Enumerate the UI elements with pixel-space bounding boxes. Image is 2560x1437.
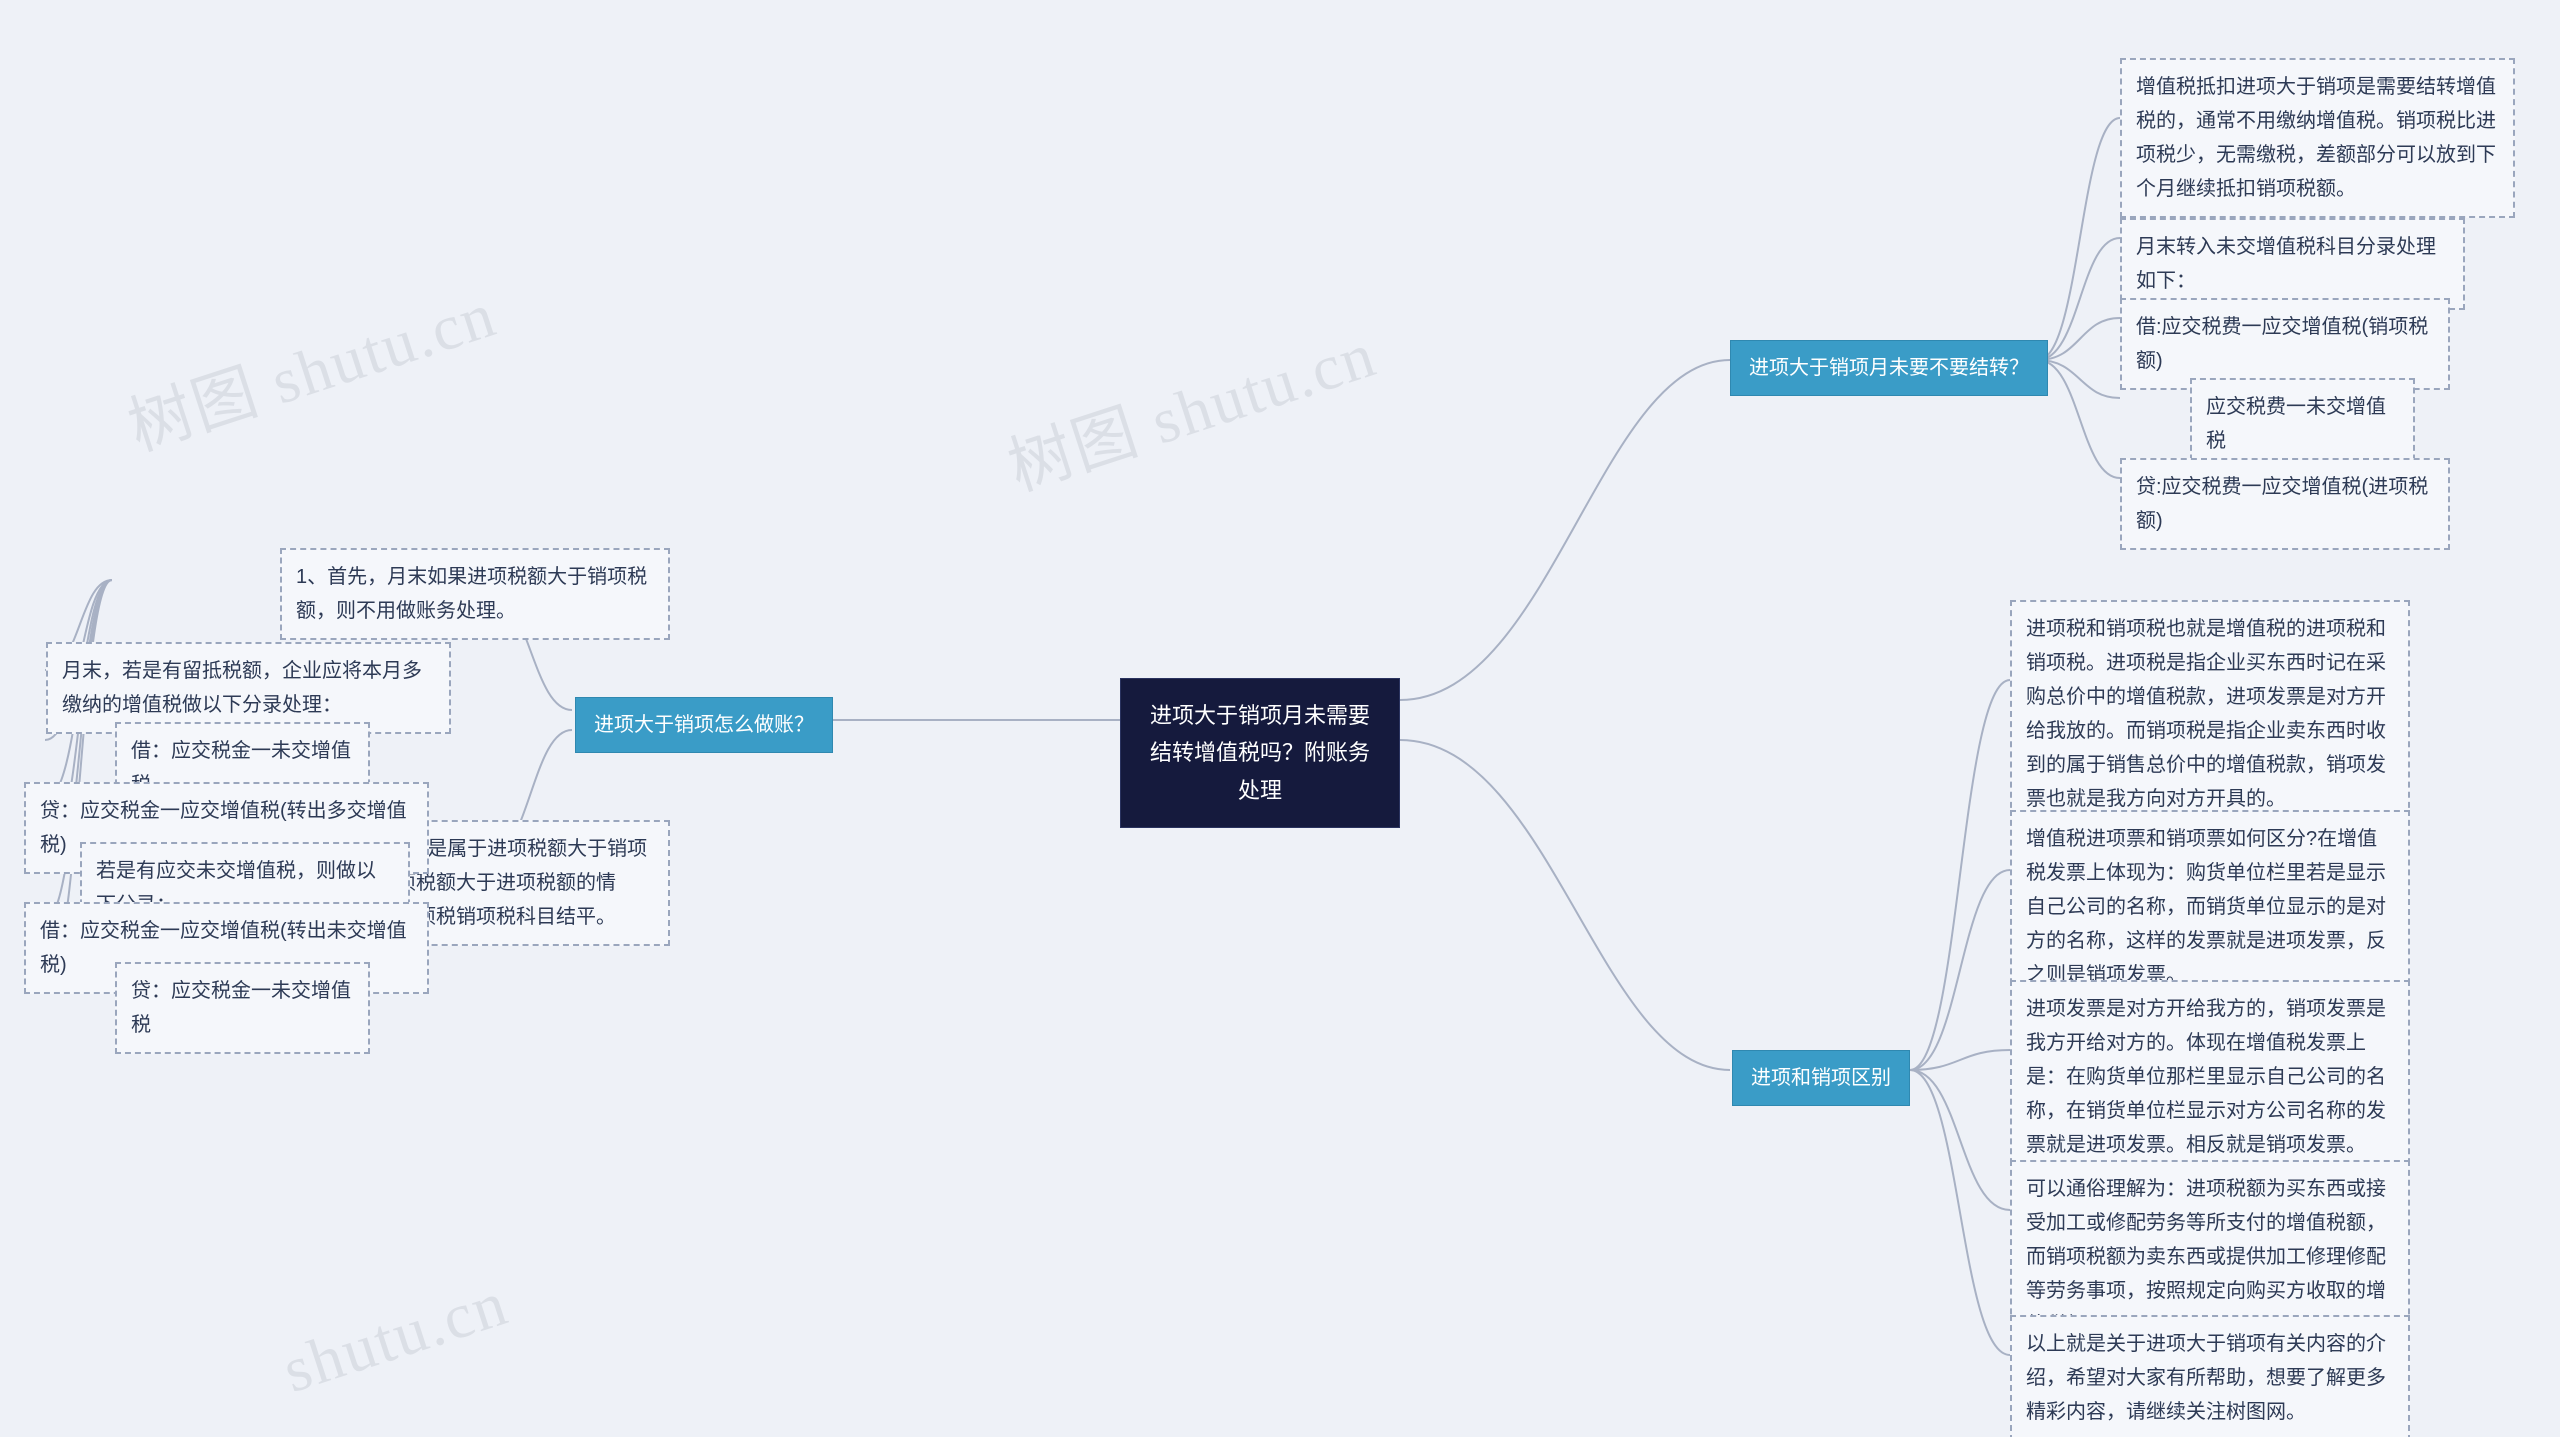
r2-leaf-4[interactable]: 以上就是关于进项大于销项有关内容的介绍，希望对大家有所帮助，想要了解更多精彩内容… (2010, 1315, 2410, 1437)
left-leaf-1[interactable]: 1、首先，月末如果进项税额大于销项税额，则不用做账务处理。 (280, 548, 670, 640)
r1-leaf-0[interactable]: 增值税抵扣进项大于销项是需要结转增值税的，通常不用缴纳增值税。销项税比进项税少，… (2120, 58, 2515, 218)
watermark: shutu.cn (274, 1266, 517, 1408)
r1-leaf-1[interactable]: 月末转入未交增值税科目分录处理如下： (2120, 218, 2465, 310)
t: 应交税费一未交增值税 (2206, 396, 2386, 452)
branch-label: 进项大于销项月未要不要结转？ (1749, 357, 2029, 379)
t: 增值税进项票和销项票如何区分?在增值税发票上体现为：购货单位栏里若是显示自己公司… (2026, 828, 2386, 986)
t: 月末，若是有留抵税额，企业应将本月多缴纳的增值税做以下分录处理： (62, 660, 422, 716)
t: 月末转入未交增值税科目分录处理如下： (2136, 236, 2436, 292)
root-title: 进项大于销项月未需要结转增值税吗？附账务处理 (1150, 703, 1370, 803)
root-node[interactable]: 进项大于销项月未需要结转增值税吗？附账务处理 (1120, 678, 1400, 828)
watermark: 树图 shutu.cn (115, 263, 506, 468)
r2-leaf-0[interactable]: 进项税和销项税也就是增值税的进项税和销项税。进项税是指企业买东西时记在采购总价中… (2010, 600, 2410, 828)
t: 贷：应交税金一未交增值税 (131, 980, 351, 1036)
t: 进项税和销项税也就是增值税的进项税和销项税。进项税是指企业买东西时记在采购总价中… (2026, 618, 2386, 810)
t: 贷:应交税费一应交增值税(进项税额) (2136, 476, 2428, 532)
right-branch-2[interactable]: 进项和销项区别 (1732, 1050, 1910, 1106)
r1-leaf-2[interactable]: 借:应交税费一应交增值税(销项税额) (2120, 298, 2450, 390)
r1-leaf-3[interactable]: 应交税费一未交增值税 (2190, 378, 2415, 470)
t: 进项发票是对方开给我方的，销项发票是我方开给对方的。体现在增值税发票上是：在购货… (2026, 998, 2386, 1156)
leaf-text: 1、首先，月末如果进项税额大于销项税额，则不用做账务处理。 (296, 566, 647, 622)
r1-leaf-4[interactable]: 贷:应交税费一应交增值税(进项税额) (2120, 458, 2450, 550)
r2-leaf-1[interactable]: 增值税进项票和销项票如何区分?在增值税发票上体现为：购货单位栏里若是显示自己公司… (2010, 810, 2410, 1004)
r2-leaf-2[interactable]: 进项发票是对方开给我方的，销项发票是我方开给对方的。体现在增值税发票上是：在购货… (2010, 980, 2410, 1174)
right-branch-1[interactable]: 进项大于销项月未要不要结转？ (1730, 340, 2048, 396)
t: 增值税抵扣进项大于销项是需要结转增值税的，通常不用缴纳增值税。销项税比进项税少，… (2136, 76, 2496, 200)
branch-label: 进项和销项区别 (1751, 1067, 1891, 1089)
t: 借:应交税费一应交增值税(销项税额) (2136, 316, 2428, 372)
t: 可以通俗理解为：进项税额为买东西或接受加工或修配劳务等所支付的增值税额，而销项税… (2026, 1178, 2386, 1336)
sub-left-0[interactable]: 月末，若是有留抵税额，企业应将本月多缴纳的增值税做以下分录处理： (46, 642, 451, 734)
sub-left-5[interactable]: 贷：应交税金一未交增值税 (115, 962, 370, 1054)
left-branch[interactable]: 进项大于销项怎么做账？ (575, 697, 833, 753)
left-branch-label: 进项大于销项怎么做账？ (594, 714, 814, 736)
watermark: 树图 shutu.cn (995, 303, 1386, 508)
t: 以上就是关于进项大于销项有关内容的介绍，希望对大家有所帮助，想要了解更多精彩内容… (2026, 1333, 2386, 1423)
